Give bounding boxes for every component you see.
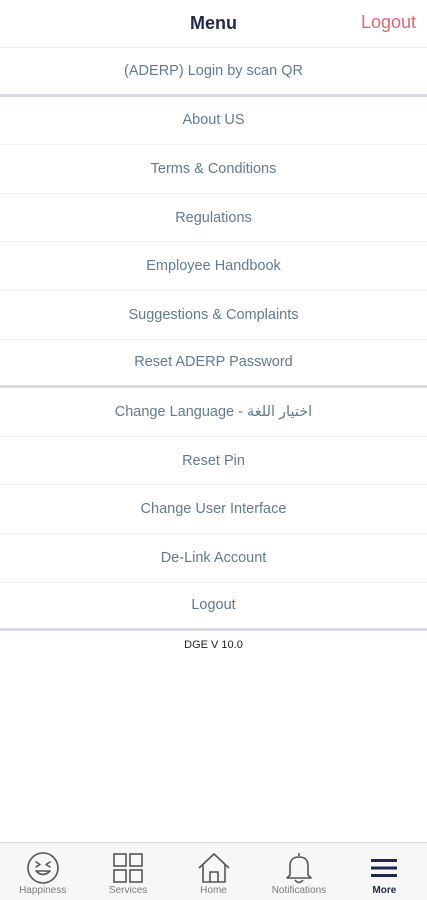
tab-label: Services — [108, 885, 148, 896]
menu-item-suggestions-complaints[interactable]: Suggestions & Complaints — [0, 290, 427, 340]
smiley-icon — [26, 852, 59, 884]
tab-more[interactable]: More — [342, 843, 427, 900]
logout-button[interactable]: Logout — [361, 12, 416, 33]
menu-item-terms-conditions[interactable]: Terms & Conditions — [0, 145, 427, 194]
tab-label: Notifications — [271, 885, 327, 896]
bottom-tab-bar: Happiness Services Home Notifications Mo… — [0, 842, 427, 900]
bell-icon — [286, 853, 312, 884]
menu-item-de-link-account[interactable]: De-Link Account — [0, 533, 427, 583]
menu-item-reset-pin[interactable]: Reset Pin — [0, 436, 427, 486]
version-label: DGE V 10.0 — [184, 639, 243, 651]
tab-label: More — [372, 885, 397, 896]
menu-item-change-user-interface[interactable]: Change User Interface — [0, 485, 427, 534]
menu-item-about-us[interactable]: About US — [0, 96, 427, 146]
menu-list: (ADERP) Login by scan QR About US Terms … — [0, 48, 427, 632]
menu-icon — [371, 859, 398, 877]
menu-item-aderp-login-scan-qr[interactable]: (ADERP) Login by scan QR — [0, 48, 427, 97]
tab-notifications[interactable]: Notifications — [256, 843, 341, 900]
tab-label: Happiness — [19, 885, 67, 896]
grid-icon — [113, 853, 143, 883]
tab-services[interactable]: Services — [85, 843, 170, 900]
menu-item-regulations[interactable]: Regulations — [0, 193, 427, 243]
menu-item-employee-handbook[interactable]: Employee Handbook — [0, 242, 427, 291]
menu-item-logout[interactable]: Logout — [0, 582, 427, 632]
menu-item-reset-aderp-password[interactable]: Reset ADERP Password — [0, 339, 427, 389]
tab-happiness[interactable]: Happiness — [0, 843, 85, 900]
home-icon — [197, 853, 230, 883]
tab-label: Home — [200, 885, 227, 896]
menu-item-change-language[interactable]: Change Language - اختيار اللغة — [0, 388, 427, 437]
tab-home[interactable]: Home — [171, 843, 256, 900]
header-bar: Menu Logout — [0, 0, 427, 48]
